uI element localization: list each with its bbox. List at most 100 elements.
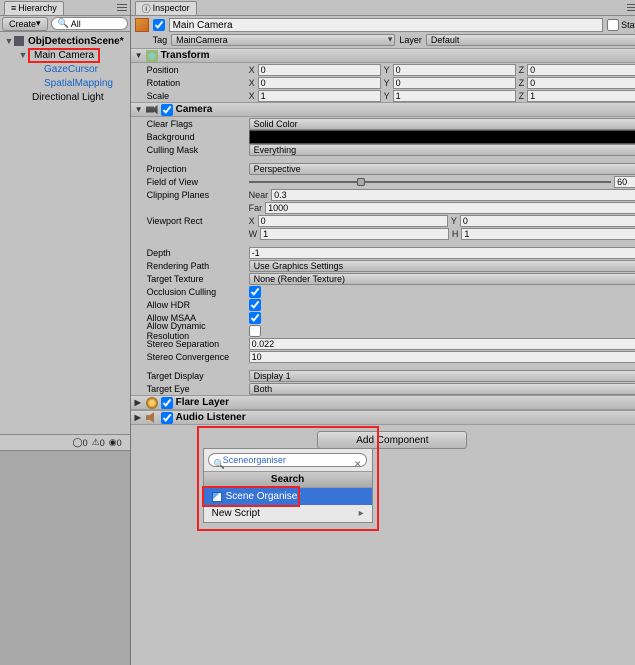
stereo-conv-label: Stereo Convergence: [135, 352, 245, 362]
rot-x[interactable]: [258, 77, 381, 89]
culling-mask-label: Culling Mask: [135, 145, 245, 155]
scl-x[interactable]: [258, 90, 381, 102]
static-label: Static: [621, 20, 635, 30]
camera-title: Camera: [176, 104, 213, 115]
clear-icon[interactable]: ✕: [354, 459, 362, 470]
layer-dropdown[interactable]: Default: [426, 34, 635, 46]
search-icon: 🔍: [58, 18, 69, 29]
tree-directional-light[interactable]: Directional Light: [30, 92, 106, 103]
tree-main-camera[interactable]: Main Camera: [32, 50, 96, 61]
foldout-icon[interactable]: ▶: [135, 413, 143, 422]
stereo-sep-label: Stereo Separation: [135, 339, 245, 349]
search-icon: 🔍: [214, 459, 225, 470]
target-texture-label: Target Texture: [135, 274, 245, 284]
pos-x[interactable]: [258, 64, 381, 76]
clear-flags-dropdown[interactable]: Solid Color: [249, 118, 635, 130]
audio-enabled[interactable]: [161, 412, 173, 424]
hierarchy-search[interactable]: 🔍All: [51, 17, 128, 30]
target-display-label: Target Display: [135, 371, 245, 381]
scl-z[interactable]: [527, 90, 635, 102]
camera-icon: [146, 104, 158, 116]
inspector-tab[interactable]: ⓘInspector: [135, 1, 197, 15]
popup-item-scene-organiser[interactable]: Scene Organiser: [204, 488, 372, 505]
gameobject-icon[interactable]: [135, 18, 149, 32]
viewport-w[interactable]: [260, 228, 449, 240]
position-label: Position: [135, 65, 245, 75]
scl-y[interactable]: [393, 90, 516, 102]
dynres-checkbox[interactable]: [249, 325, 261, 337]
add-component-popup: 🔍 ✕ Search Scene Organiser New Script▸: [203, 448, 373, 523]
rendering-path-dropdown[interactable]: Use Graphics Settings: [249, 260, 635, 272]
clear-flags-label: Clear Flags: [135, 119, 245, 129]
project-panel: [0, 450, 130, 665]
foldout-icon[interactable]: ▼: [135, 51, 143, 60]
chevron-right-icon: ▸: [359, 508, 364, 519]
static-checkbox[interactable]: [607, 19, 619, 31]
hierarchy-tab[interactable]: ≡Hierarchy: [4, 1, 64, 15]
target-eye-label: Target Eye: [135, 384, 245, 394]
inspector-options[interactable]: [626, 2, 635, 14]
stereo-sep-field[interactable]: [249, 338, 635, 350]
occlusion-checkbox[interactable]: [249, 286, 261, 298]
stat-3: ◉ 0: [109, 437, 122, 448]
flare-icon: [146, 397, 158, 409]
flare-enabled[interactable]: [161, 397, 173, 409]
scene-icon: [14, 36, 24, 46]
stereo-conv-field[interactable]: [249, 351, 635, 363]
rot-y[interactable]: [393, 77, 516, 89]
target-texture-field[interactable]: None (Render Texture): [249, 273, 635, 285]
rotation-label: Rotation: [135, 78, 245, 88]
layer-label: Layer: [399, 35, 422, 45]
scene-item[interactable]: ObjDetectionScene*: [26, 36, 126, 47]
projection-dropdown[interactable]: Perspective: [249, 163, 635, 175]
projection-label: Projection: [135, 164, 245, 174]
dynres-label: Allow Dynamic Resolution: [135, 321, 245, 341]
transform-icon: [146, 50, 158, 62]
rendering-path-label: Rendering Path: [135, 261, 245, 271]
msaa-checkbox[interactable]: [249, 312, 261, 324]
depth-field[interactable]: [249, 247, 635, 259]
fov-label: Field of View: [135, 177, 245, 187]
audio-title: Audio Listener: [176, 412, 246, 423]
pos-y[interactable]: [393, 64, 516, 76]
background-color[interactable]: [249, 130, 635, 144]
hdr-checkbox[interactable]: [249, 299, 261, 311]
near-label: Near: [249, 190, 269, 200]
occlusion-label: Occlusion Culling: [135, 287, 245, 297]
viewport-x[interactable]: [258, 215, 448, 227]
fov-slider[interactable]: [249, 176, 612, 188]
far-field[interactable]: [265, 202, 635, 214]
viewport-label: Viewport Rect: [135, 216, 245, 226]
gameobject-active[interactable]: [153, 19, 165, 31]
tag-dropdown[interactable]: MainCamera: [171, 34, 395, 46]
background-label: Background: [135, 132, 245, 142]
hierarchy-options[interactable]: [116, 2, 128, 14]
near-field[interactable]: [271, 189, 635, 201]
add-component-button[interactable]: Add Component: [317, 431, 467, 449]
foldout-icon[interactable]: ▼: [4, 36, 14, 46]
target-eye-dropdown[interactable]: Both: [249, 383, 635, 395]
camera-enabled[interactable]: [161, 104, 173, 116]
script-icon: [212, 492, 222, 502]
pos-z[interactable]: [527, 64, 635, 76]
target-display-dropdown[interactable]: Display 1: [249, 370, 635, 382]
foldout-icon[interactable]: ▶: [135, 398, 143, 407]
transform-title: Transform: [161, 50, 210, 61]
foldout-icon[interactable]: ▼: [18, 50, 28, 60]
tree-spatial-mapping[interactable]: SpatialMapping: [42, 78, 115, 89]
popup-search-input[interactable]: [208, 453, 368, 467]
viewport-y[interactable]: [460, 215, 635, 227]
stat-2: ⚠ 0: [92, 437, 105, 448]
viewport-h[interactable]: [461, 228, 635, 240]
create-button[interactable]: Create ▾: [2, 17, 48, 31]
gameobject-name[interactable]: [169, 18, 603, 32]
tag-label: Tag: [153, 35, 168, 45]
rot-z[interactable]: [527, 77, 635, 89]
tree-gaze-cursor[interactable]: GazeCursor: [42, 64, 100, 75]
fov-field[interactable]: [614, 176, 635, 188]
popup-item-new-script[interactable]: New Script▸: [204, 505, 372, 522]
flare-title: Flare Layer: [176, 397, 229, 408]
foldout-icon[interactable]: ▼: [135, 105, 143, 114]
audio-icon: [146, 412, 158, 424]
culling-mask-dropdown[interactable]: Everything: [249, 144, 635, 156]
